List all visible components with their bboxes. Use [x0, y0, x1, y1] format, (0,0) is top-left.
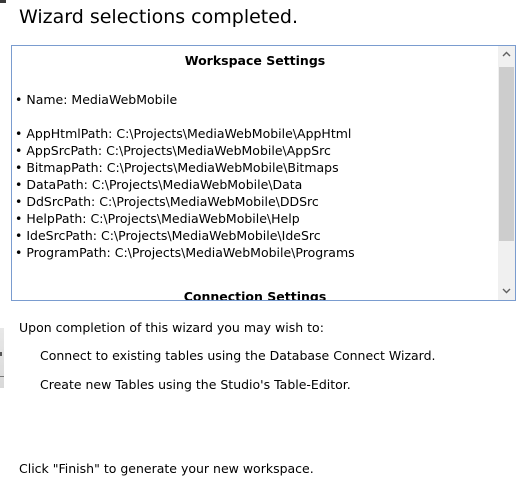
- scrollbar-thumb[interactable]: [499, 67, 514, 241]
- settings-summary-content: Workspace Settings • Name: MediaWebMobil…: [12, 46, 498, 300]
- path-item-ddsrc: • DdSrcPath: C:\Projects\MediaWebMobile\…: [15, 194, 319, 209]
- chevron-down-icon[interactable]: [498, 283, 515, 300]
- completion-intro-text: Upon completion of this wizard you may w…: [19, 320, 324, 335]
- window-edge-artifact: [0, 376, 4, 377]
- window-edge-artifact: [0, 0, 6, 3]
- finish-instruction-text: Click "Finish" to generate your new work…: [19, 461, 314, 476]
- path-item-data: • DataPath: C:\Projects\MediaWebMobile\D…: [15, 177, 303, 192]
- path-item-idesrc: • IdeSrcPath: C:\Projects\MediaWebMobile…: [15, 228, 321, 243]
- window-edge-artifact: [0, 328, 4, 388]
- window-edge-artifact: [0, 352, 2, 356]
- vertical-scrollbar[interactable]: [498, 46, 515, 300]
- path-item-appsrc: • AppSrcPath: C:\Projects\MediaWebMobile…: [15, 143, 331, 158]
- path-item-bitmap: • BitmapPath: C:\Projects\MediaWebMobile…: [15, 160, 339, 175]
- table-editor-option-text: Create new Tables using the Studio's Tab…: [40, 377, 351, 392]
- wizard-page-title: Wizard selections completed.: [19, 6, 299, 28]
- path-item-help: • HelpPath: C:\Projects\MediaWebMobile\H…: [15, 211, 300, 226]
- workspace-settings-heading: Workspace Settings: [184, 53, 326, 68]
- workspace-name-item: • Name: MediaWebMobile: [15, 92, 178, 107]
- path-item-apphtml: • AppHtmlPath: C:\Projects\MediaWebMobil…: [15, 126, 352, 141]
- connection-settings-heading: Connection Settings: [183, 289, 327, 300]
- database-connect-option-text: Connect to existing tables using the Dat…: [40, 348, 436, 363]
- chevron-up-icon[interactable]: [498, 46, 515, 63]
- path-item-program: • ProgramPath: C:\Projects\MediaWebMobil…: [15, 245, 355, 260]
- settings-summary-box[interactable]: Workspace Settings • Name: MediaWebMobil…: [11, 45, 516, 301]
